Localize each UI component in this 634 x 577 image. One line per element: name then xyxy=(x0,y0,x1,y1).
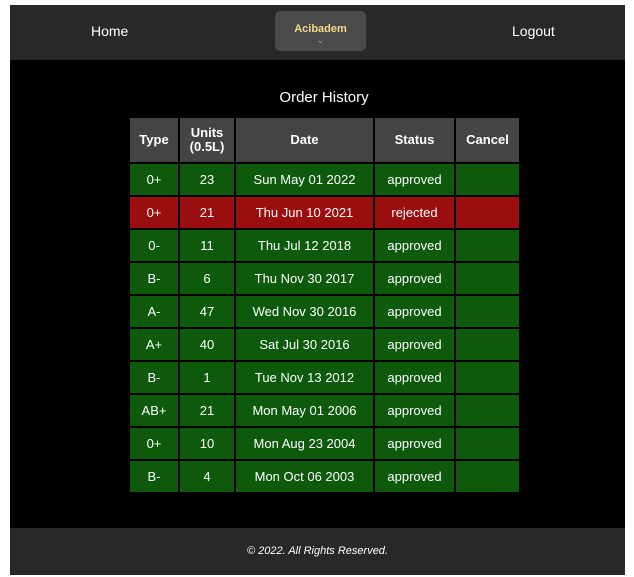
cell-status: approved xyxy=(373,228,456,263)
cell-date: Thu Jun 10 2021 xyxy=(234,195,375,230)
cell-units: 23 xyxy=(178,162,236,197)
column-header-units: Units (0.5L) xyxy=(178,116,236,164)
order-history-table: Type Units (0.5L) Date Status Cancel 0+ 2… xyxy=(128,116,521,494)
cell-date: Thu Jul 12 2018 xyxy=(234,228,375,263)
cell-status: approved xyxy=(373,261,456,296)
column-header-status: Status xyxy=(373,116,456,164)
table-row: B- 1 Tue Nov 13 2012 approved xyxy=(128,360,521,395)
order-rows: 0+ 23 Sun May 01 2022 approved 0+ 21 Thu Jun 1… xyxy=(128,162,521,494)
cell-cancel-action[interactable] xyxy=(454,195,521,230)
cell-type: 0+ xyxy=(128,426,180,461)
cell-status: approved xyxy=(373,360,456,395)
cell-cancel-action[interactable] xyxy=(454,327,521,362)
cell-units: 47 xyxy=(178,294,236,329)
table-row: 0+ 10 Mon Aug 23 2004 approved xyxy=(128,426,521,461)
cell-date: Tue Nov 13 2012 xyxy=(234,360,375,395)
table-row: B- 6 Thu Nov 30 2017 approved xyxy=(128,261,521,296)
cell-date: Thu Nov 30 2017 xyxy=(234,261,375,296)
cell-status: approved xyxy=(373,426,456,461)
column-header-cancel: Cancel xyxy=(454,116,521,164)
cell-date: Mon Oct 06 2003 xyxy=(234,459,375,494)
cell-status: approved xyxy=(373,393,456,428)
cell-status: approved xyxy=(373,162,456,197)
cell-units: 11 xyxy=(178,228,236,263)
nav-logout-link[interactable]: Logout xyxy=(512,23,555,39)
page-title: Order History xyxy=(279,89,369,106)
cell-date: Sun May 01 2022 xyxy=(234,162,375,197)
cell-type: B- xyxy=(128,261,180,296)
cell-units: 10 xyxy=(178,426,236,461)
cell-cancel-action[interactable] xyxy=(454,261,521,296)
table-row: 0+ 21 Thu Jun 10 2021 rejected xyxy=(128,195,521,230)
brand-dropdown-button[interactable]: Acibadem ⌄ xyxy=(275,11,366,51)
table-row: 0+ 23 Sun May 01 2022 approved xyxy=(128,162,521,197)
cell-type: B- xyxy=(128,459,180,494)
cell-status: rejected xyxy=(373,195,456,230)
cell-type: A+ xyxy=(128,327,180,362)
nav-home-link[interactable]: Home xyxy=(91,23,128,39)
cell-cancel-action[interactable] xyxy=(454,360,521,395)
cell-date: Wed Nov 30 2016 xyxy=(234,294,375,329)
top-navbar: Home Acibadem ⌄ Logout xyxy=(10,5,625,60)
footer: © 2022. All Rights Reserved. xyxy=(10,528,625,575)
cell-units: 40 xyxy=(178,327,236,362)
table-row: AB+ 21 Mon May 01 2006 approved xyxy=(128,393,521,428)
chevron-down-icon: ⌄ xyxy=(316,35,325,45)
table-row: 0- 11 Thu Jul 12 2018 approved xyxy=(128,228,521,263)
column-header-type: Type xyxy=(128,116,180,164)
brand-label: Acibadem xyxy=(294,23,347,35)
cell-status: approved xyxy=(373,327,456,362)
app-frame: Home Acibadem ⌄ Logout Order History Typ… xyxy=(10,5,625,575)
cell-units: 21 xyxy=(178,195,236,230)
table-row: B- 4 Mon Oct 06 2003 approved xyxy=(128,459,521,494)
cell-type: AB+ xyxy=(128,393,180,428)
cell-cancel-action[interactable] xyxy=(454,393,521,428)
column-header-units-label: Units (0.5L) xyxy=(189,125,225,154)
copyright-text: © 2022. All Rights Reserved. xyxy=(247,545,388,557)
cell-cancel-action[interactable] xyxy=(454,459,521,494)
cell-type: 0+ xyxy=(128,162,180,197)
cell-units: 6 xyxy=(178,261,236,296)
cell-units: 1 xyxy=(178,360,236,395)
cell-date: Sat Jul 30 2016 xyxy=(234,327,375,362)
cell-type: B- xyxy=(128,360,180,395)
column-header-date: Date xyxy=(234,116,375,164)
table-row: A+ 40 Sat Jul 30 2016 approved xyxy=(128,327,521,362)
cell-date: Mon May 01 2006 xyxy=(234,393,375,428)
table-row: A- 47 Wed Nov 30 2016 approved xyxy=(128,294,521,329)
cell-status: approved xyxy=(373,294,456,329)
cell-status: approved xyxy=(373,459,456,494)
cell-cancel-action[interactable] xyxy=(454,426,521,461)
cell-units: 21 xyxy=(178,393,236,428)
cell-type: 0- xyxy=(128,228,180,263)
table-header-row: Type Units (0.5L) Date Status Cancel xyxy=(128,116,521,164)
cell-units: 4 xyxy=(178,459,236,494)
cell-cancel-action[interactable] xyxy=(454,162,521,197)
cell-type: 0+ xyxy=(128,195,180,230)
cell-date: Mon Aug 23 2004 xyxy=(234,426,375,461)
cell-type: A- xyxy=(128,294,180,329)
cell-cancel-action[interactable] xyxy=(454,294,521,329)
cell-cancel-action[interactable] xyxy=(454,228,521,263)
